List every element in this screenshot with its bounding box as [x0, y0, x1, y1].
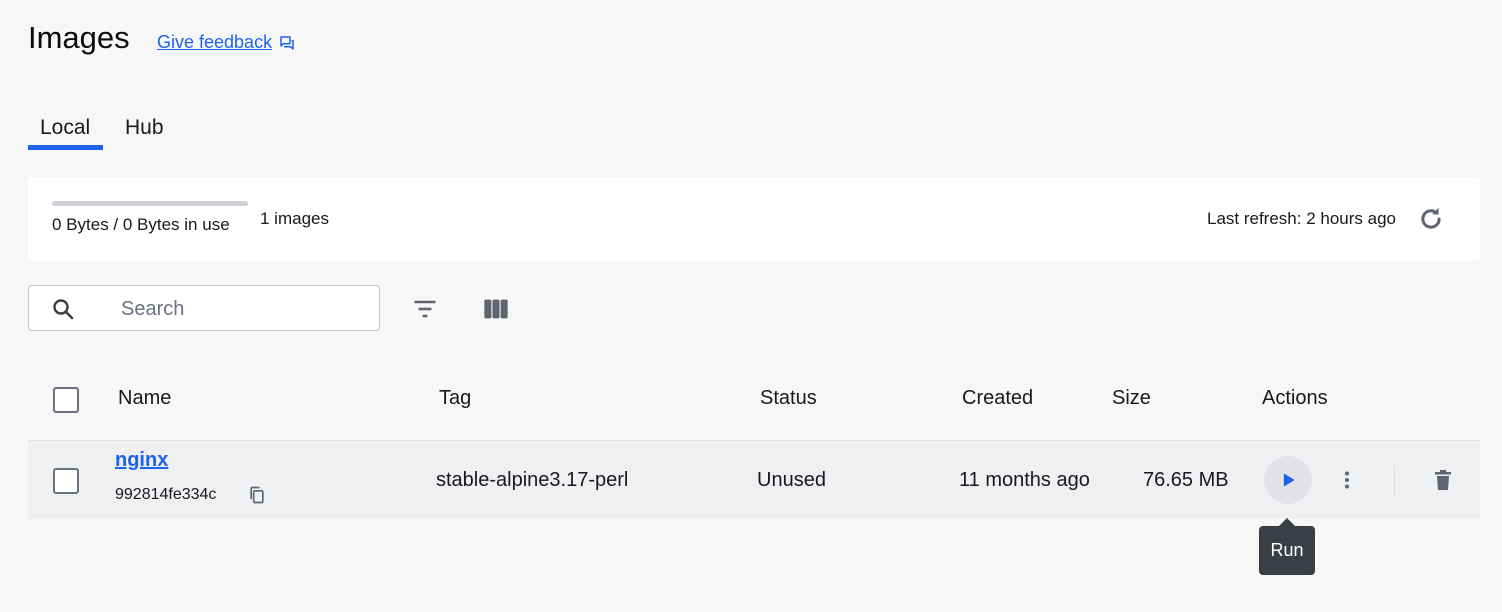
columns-button[interactable] [481, 294, 511, 324]
page-title: Images [28, 20, 130, 55]
column-header-size[interactable]: Size [1112, 387, 1151, 410]
copy-icon[interactable] [247, 485, 267, 505]
last-refresh-text: Last refresh: 2 hours ago [1206, 209, 1396, 228]
image-id: 992814fe334c [115, 486, 217, 503]
image-status: Unused [757, 469, 826, 491]
table-row[interactable]: nginx 992814fe334c stable-alpine3.17-per… [28, 440, 1480, 519]
image-tag: stable-alpine3.17-perl [436, 469, 629, 491]
row-checkbox[interactable] [53, 468, 79, 494]
delete-button[interactable] [1430, 467, 1456, 493]
image-size: 76.65 MB [1143, 469, 1229, 491]
search-icon [53, 299, 74, 320]
run-button[interactable] [1264, 456, 1312, 504]
column-header-tag[interactable]: Tag [439, 387, 471, 410]
column-header-name[interactable]: Name [118, 387, 171, 410]
columns-icon [484, 299, 508, 319]
disk-usage-bar [52, 201, 248, 206]
disk-usage-card: 0 Bytes / 0 Bytes in use 1 images Last r… [28, 177, 1480, 261]
tab-local[interactable]: Local [28, 110, 103, 150]
images-count: 1 images [260, 209, 329, 228]
image-created: 11 months ago [959, 469, 1090, 491]
table-header: Name Tag Status Created Size Actions [28, 373, 1480, 425]
image-name-link[interactable]: nginx [115, 449, 168, 472]
feedback-icon [280, 35, 294, 50]
search-input[interactable] [119, 294, 363, 324]
give-feedback-link[interactable]: Give feedback [157, 32, 296, 53]
play-icon [1283, 473, 1295, 487]
more-vertical-icon [1345, 471, 1349, 489]
tab-hub[interactable]: Hub [115, 110, 174, 150]
give-feedback-label: Give feedback [157, 32, 273, 52]
select-all-checkbox[interactable] [53, 387, 79, 413]
filter-icon [414, 300, 436, 318]
run-tooltip: Run [1259, 526, 1315, 575]
refresh-button[interactable] [1416, 204, 1446, 234]
filter-button[interactable] [410, 294, 440, 324]
images-page: Images Give feedback Local Hub 0 Bytes /… [0, 0, 1502, 612]
trash-icon [1435, 470, 1451, 490]
refresh-icon [1421, 207, 1441, 229]
column-header-status[interactable]: Status [760, 387, 817, 410]
column-header-created[interactable]: Created [962, 387, 1033, 410]
search-field[interactable] [28, 285, 380, 331]
tabs: Local Hub [28, 110, 186, 150]
actions-divider [1394, 465, 1395, 497]
tooltip-arrow [1279, 518, 1295, 526]
column-header-actions: Actions [1262, 387, 1328, 409]
more-actions-button[interactable] [1334, 466, 1360, 494]
disk-usage-text: 0 Bytes / 0 Bytes in use [52, 215, 230, 234]
